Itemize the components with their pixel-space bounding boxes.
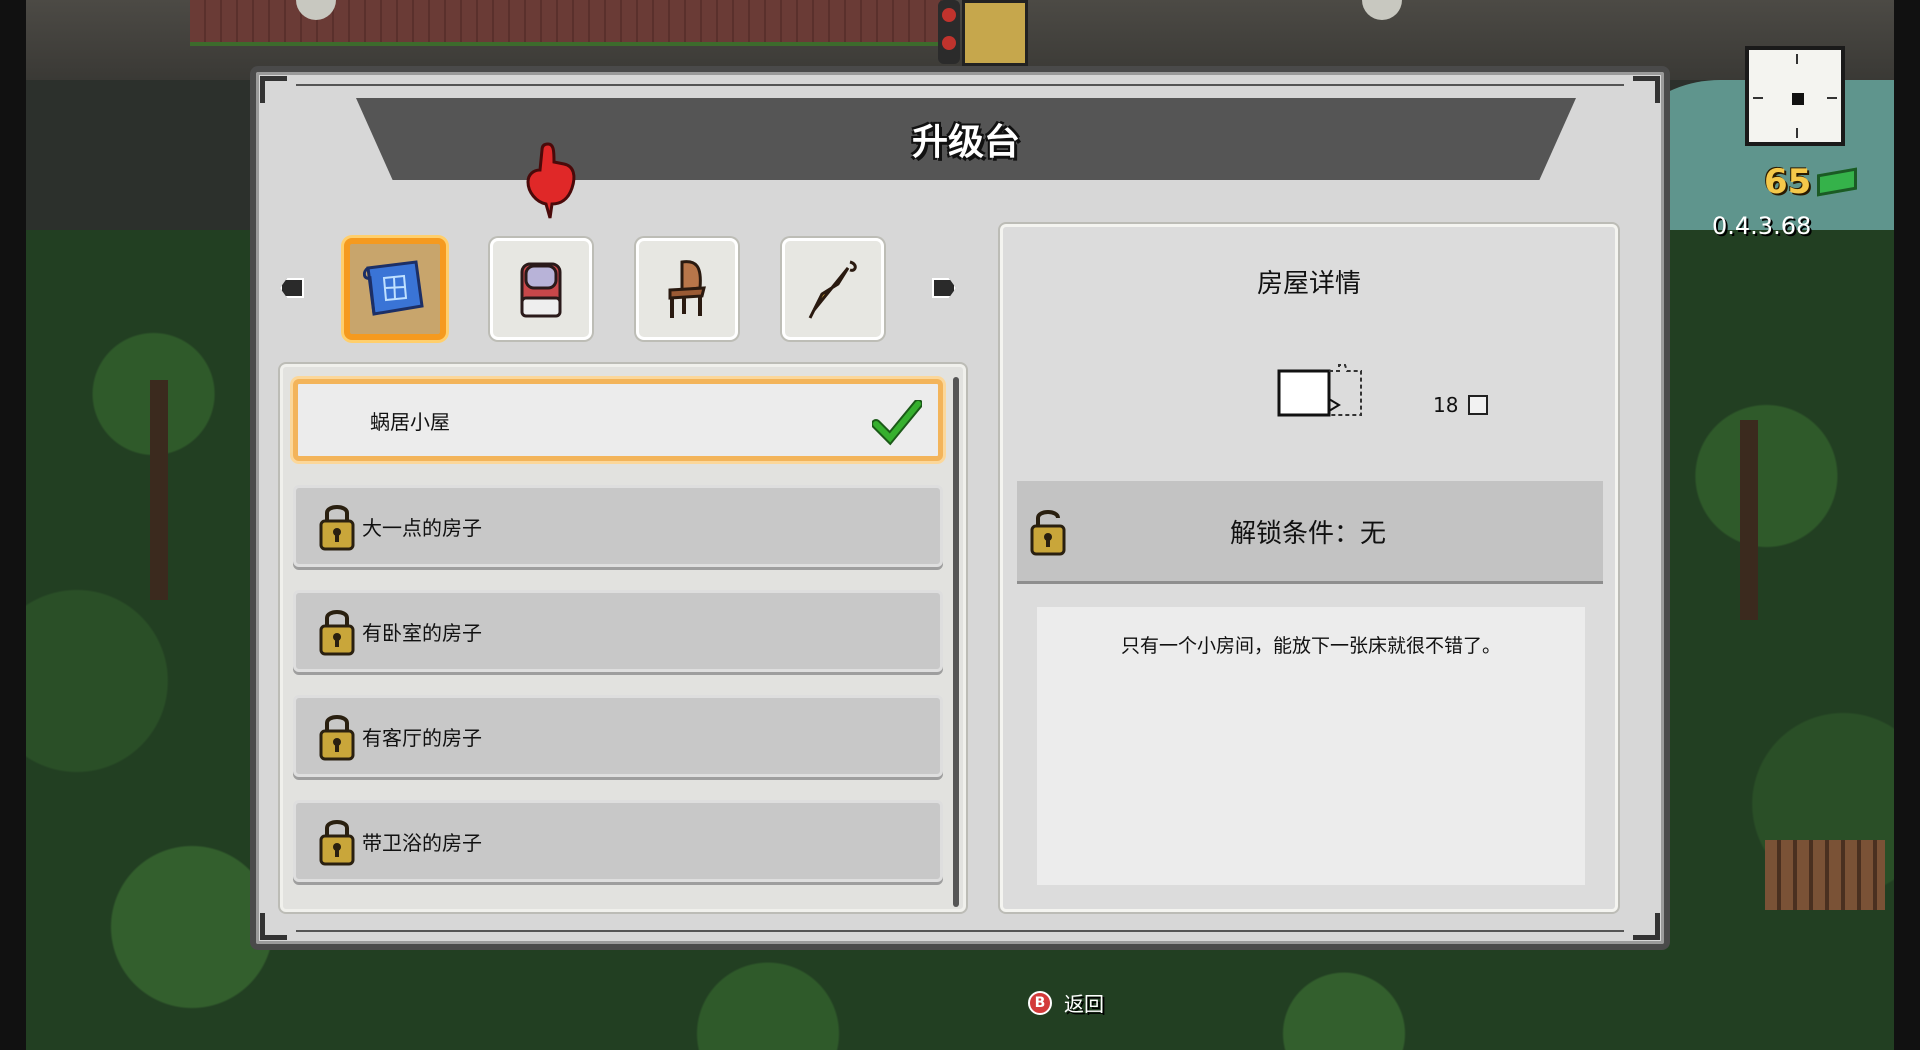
clock-icon (1745, 46, 1845, 146)
traffic-light (938, 0, 960, 64)
bed-icon (520, 262, 562, 318)
blueprint-icon (362, 260, 424, 316)
category-tab-blueprint[interactable] (344, 238, 446, 340)
tile-icon (1468, 395, 1489, 415)
cash-icon (1817, 167, 1858, 197)
list-item-label: 有卧室的房子 (362, 620, 482, 645)
category-prev-arrow[interactable] (280, 278, 304, 298)
unlock-condition-bar: 解锁条件：无 (1017, 481, 1603, 584)
list-item-house-2[interactable]: 有卧室的房子 (293, 590, 943, 672)
list-item-house-3[interactable]: 有客厅的房子 (293, 695, 943, 777)
house-details-panel: 房屋详情 18 解锁条件：无 只有一个小房间，能放下一张床就很不错了。 (1000, 224, 1618, 912)
list-item-house-0[interactable]: 蜗居小屋 (293, 379, 943, 461)
clock-hand (1792, 93, 1804, 105)
category-tab-umbrella[interactable] (782, 238, 884, 340)
list-item-label: 有客厅的房子 (362, 725, 482, 750)
panel-title: 升级台 (911, 122, 1020, 163)
bus-stop-sign (962, 0, 1028, 66)
house-description: 只有一个小房间，能放下一张床就很不错了。 (1120, 635, 1501, 657)
upgrade-panel: 升级台 蜗居小屋 大一点的房子 有卧室的房子 有客厅的房子 带卫浴的房子 房屋详… (250, 66, 1670, 950)
unlocked-padlock-icon (1030, 510, 1066, 556)
category-next-arrow[interactable] (932, 278, 956, 298)
list-item-label: 蜗居小屋 (370, 409, 450, 434)
wooden-fence (1765, 840, 1885, 910)
screen-border-right (1894, 0, 1920, 1050)
pointer-hand-icon (526, 142, 576, 219)
category-tab-bed[interactable] (490, 238, 592, 340)
list-item-house-4[interactable]: 带卫浴的房子 (293, 800, 943, 882)
list-scrollbar[interactable] (953, 377, 959, 907)
tree-trunk (1740, 420, 1758, 620)
back-label: 返回 (1064, 992, 1104, 1016)
b-button-icon: B (1028, 990, 1052, 1015)
padlock-icon (319, 715, 355, 761)
house-list: 蜗居小屋 大一点的房子 有卧室的房子 有客厅的房子 带卫浴的房子 (280, 364, 966, 912)
list-item-label: 带卫浴的房子 (362, 830, 482, 855)
money-counter: 65 (1764, 162, 1858, 202)
category-tab-chair[interactable] (636, 238, 738, 340)
padlock-icon (319, 610, 355, 656)
screen-border-left (0, 0, 26, 1050)
list-item-house-1[interactable]: 大一点的房子 (293, 485, 943, 567)
room-size-value: 18 (1433, 393, 1459, 417)
details-title: 房屋详情 (1256, 269, 1361, 299)
description-box: 只有一个小房间，能放下一张床就很不错了。 (1037, 607, 1585, 885)
padlock-icon (319, 505, 355, 551)
money-value: 65 (1764, 162, 1812, 202)
umbrella-icon (808, 260, 857, 319)
chair-icon (668, 260, 706, 318)
unlock-condition-text: 解锁条件：无 (1229, 518, 1386, 549)
back-button[interactable]: B 返回 (1028, 988, 1104, 1017)
checkmark-icon (872, 400, 922, 446)
list-item-label: 大一点的房子 (362, 515, 482, 540)
tree-trunk (150, 380, 168, 600)
room-layout-icon (1277, 364, 1362, 417)
padlock-icon (319, 820, 355, 866)
version-label: 0.4.3.68 (1712, 212, 1812, 240)
room-size: 18 (1433, 393, 1489, 417)
